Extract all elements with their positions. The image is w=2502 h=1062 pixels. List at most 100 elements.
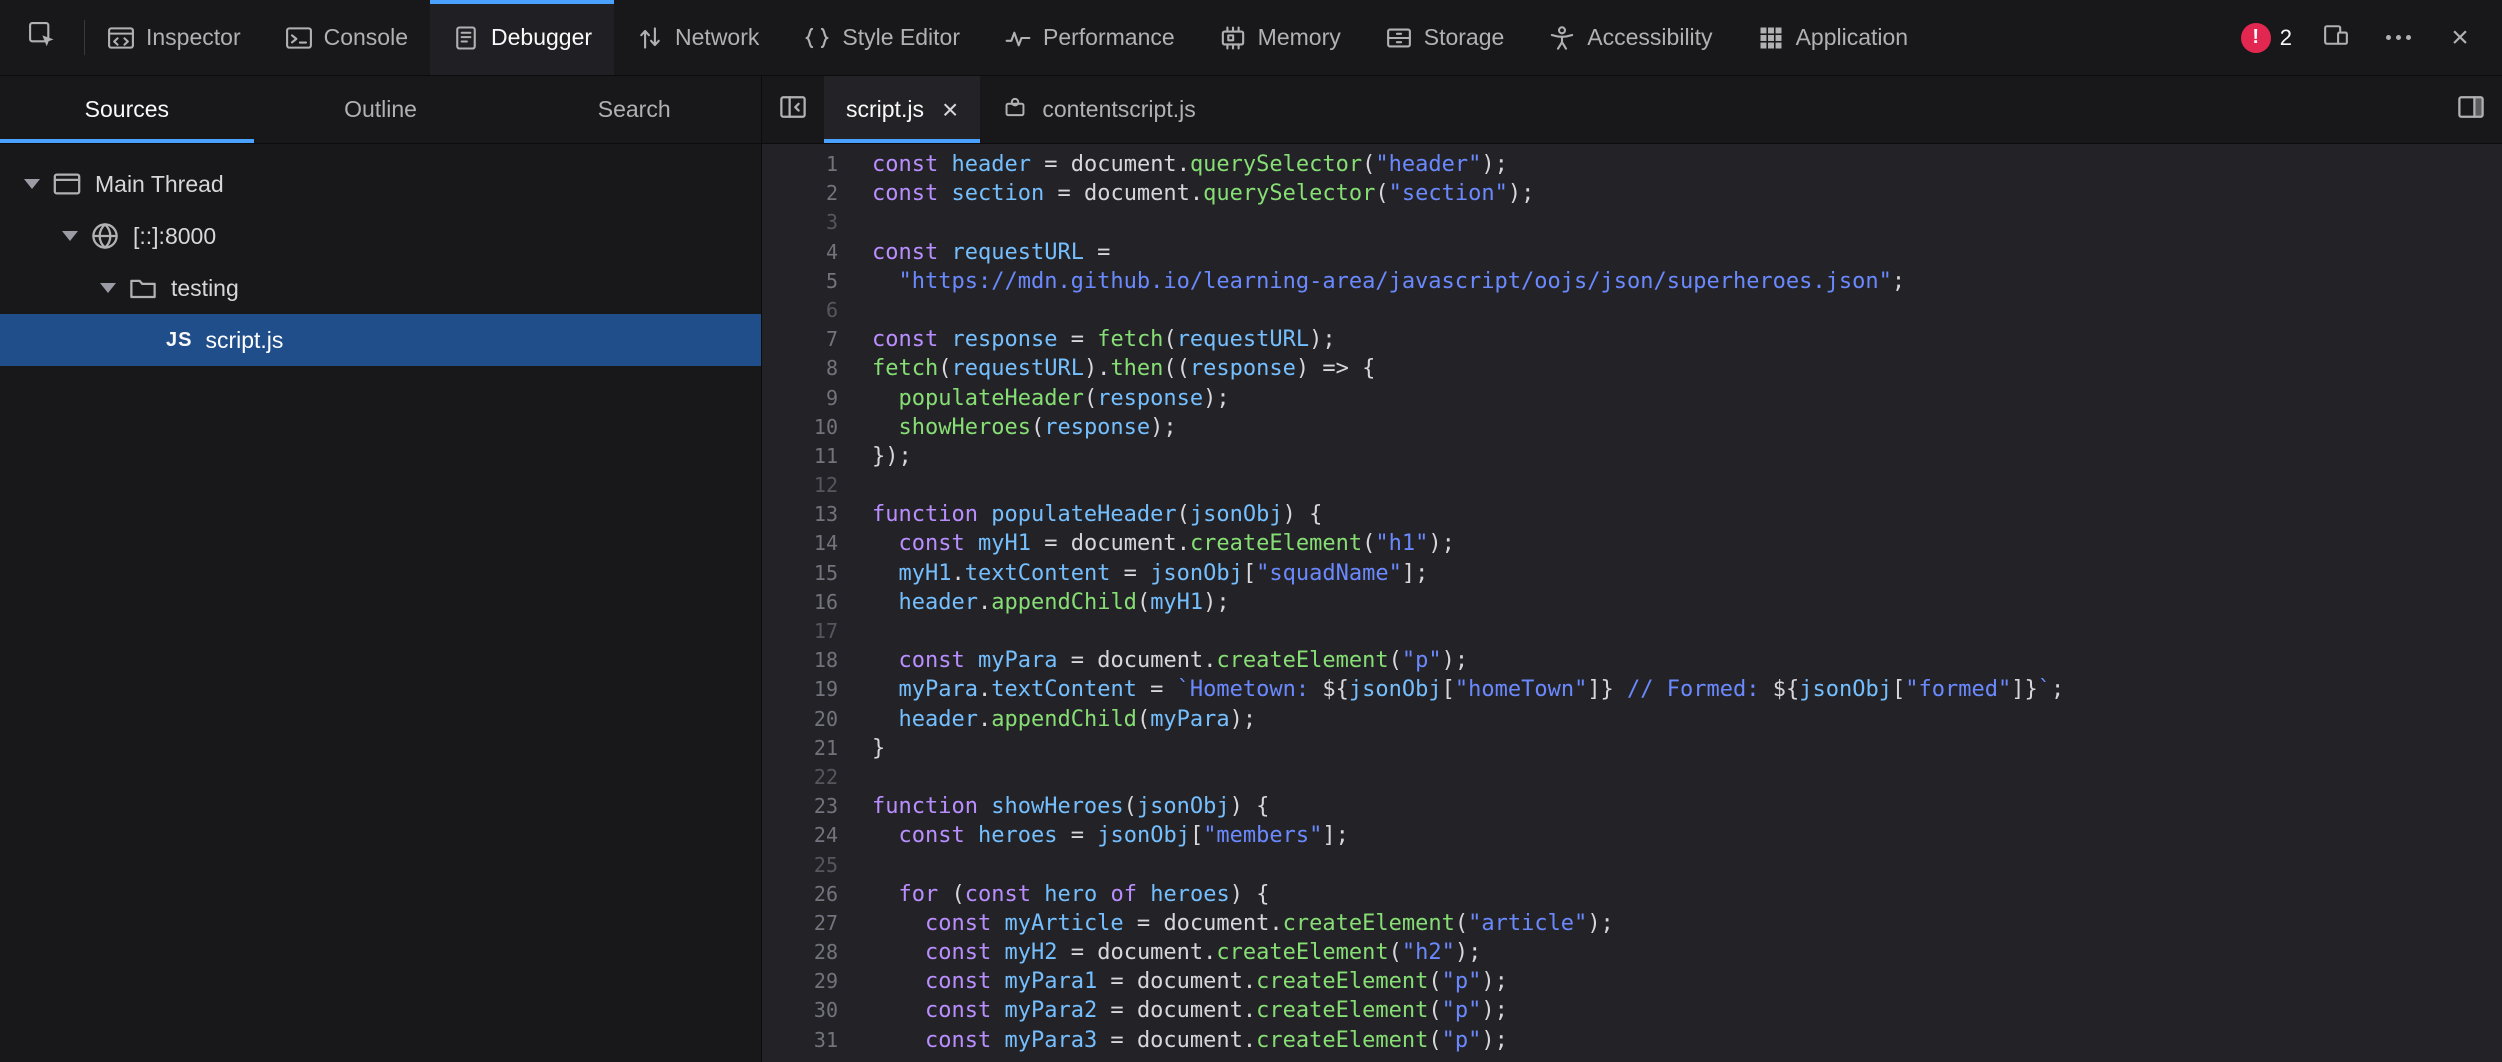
accessibility-icon (1548, 24, 1576, 52)
panel-tab-search[interactable]: Search (507, 76, 761, 143)
code-line-11[interactable]: 11}); (762, 442, 2502, 471)
code-text: populateHeader(response); (838, 384, 1230, 413)
code-text: const section = document.querySelector("… (838, 179, 1534, 208)
line-number[interactable]: 20 (762, 705, 838, 734)
line-number[interactable]: 30 (762, 996, 838, 1025)
code-text: const myPara3 = document.createElement("… (838, 1026, 1508, 1055)
collapse-sources-panel-button[interactable] (762, 76, 824, 143)
code-line-23[interactable]: 23function showHeroes(jsonObj) { (762, 792, 2502, 821)
file-tab-contentscript.js[interactable]: contentscript.js (980, 76, 1217, 143)
line-number[interactable]: 27 (762, 909, 838, 938)
code-line-18[interactable]: 18 const myPara = document.createElement… (762, 646, 2502, 675)
line-number[interactable]: 3 (762, 208, 838, 237)
expand-panes-button[interactable] (2440, 76, 2502, 143)
tree-item--8000[interactable]: [::]:8000 (0, 210, 761, 262)
close-devtools-button[interactable]: × (2442, 20, 2478, 56)
code-line-27[interactable]: 27 const myArticle = document.createElem… (762, 909, 2502, 938)
tab-storage[interactable]: Storage (1363, 0, 1527, 75)
code-line-6[interactable]: 6 (762, 296, 2502, 325)
line-number[interactable]: 5 (762, 267, 838, 296)
tree-item-testing[interactable]: testing (0, 262, 761, 314)
code-line-7[interactable]: 7const response = fetch(requestURL); (762, 325, 2502, 354)
close-tab-button[interactable]: × (942, 96, 958, 124)
code-line-31[interactable]: 31 const myPara3 = document.createElemen… (762, 1026, 2502, 1055)
panel-tab-outline[interactable]: Outline (254, 76, 508, 143)
line-number[interactable]: 26 (762, 880, 838, 909)
code-line-1[interactable]: 1const header = document.querySelector("… (762, 150, 2502, 179)
code-line-28[interactable]: 28 const myH2 = document.createElement("… (762, 938, 2502, 967)
code-line-20[interactable]: 20 header.appendChild(myPara); (762, 705, 2502, 734)
line-number[interactable]: 29 (762, 967, 838, 996)
line-number[interactable]: 17 (762, 617, 838, 646)
tab-accessibility[interactable]: Accessibility (1526, 0, 1734, 75)
line-number[interactable]: 18 (762, 646, 838, 675)
code-line-8[interactable]: 8fetch(requestURL).then((response) => { (762, 354, 2502, 383)
code-line-2[interactable]: 2const section = document.querySelector(… (762, 179, 2502, 208)
code-line-19[interactable]: 19 myPara.textContent = `Hometown: ${jso… (762, 675, 2502, 704)
code-line-17[interactable]: 17 (762, 617, 2502, 646)
expand-caret-icon[interactable] (100, 283, 116, 293)
tab-label: Memory (1258, 24, 1341, 51)
code-line-22[interactable]: 22 (762, 763, 2502, 792)
line-number[interactable]: 24 (762, 821, 838, 850)
tab-performance[interactable]: Performance (982, 0, 1197, 75)
tree-item-label: script.js (205, 327, 283, 354)
code-line-24[interactable]: 24 const heroes = jsonObj["members"]; (762, 821, 2502, 850)
line-number[interactable]: 1 (762, 150, 838, 179)
line-number[interactable]: 28 (762, 938, 838, 967)
code-line-21[interactable]: 21} (762, 734, 2502, 763)
tab-memory[interactable]: Memory (1197, 0, 1363, 75)
code-line-4[interactable]: 4const requestURL = (762, 238, 2502, 267)
line-number[interactable]: 9 (762, 384, 838, 413)
tab-inspector[interactable]: Inspector (85, 0, 263, 75)
line-number[interactable]: 12 (762, 471, 838, 500)
line-number[interactable]: 15 (762, 559, 838, 588)
code-line-5[interactable]: 5 "https://mdn.github.io/learning-area/j… (762, 267, 2502, 296)
code-line-29[interactable]: 29 const myPara1 = document.createElemen… (762, 967, 2502, 996)
line-number[interactable]: 13 (762, 500, 838, 529)
tab-application[interactable]: Application (1735, 0, 1931, 75)
code-line-3[interactable]: 3 (762, 208, 2502, 237)
line-number[interactable]: 21 (762, 734, 838, 763)
code-line-10[interactable]: 10 showHeroes(response); (762, 413, 2502, 442)
line-number[interactable]: 22 (762, 763, 838, 792)
extension-icon (1002, 94, 1028, 126)
line-number[interactable]: 2 (762, 179, 838, 208)
code-line-25[interactable]: 25 (762, 851, 2502, 880)
line-number[interactable]: 23 (762, 792, 838, 821)
line-number[interactable]: 11 (762, 442, 838, 471)
code-line-30[interactable]: 30 const myPara2 = document.createElemen… (762, 996, 2502, 1025)
line-number[interactable]: 14 (762, 529, 838, 558)
line-number[interactable]: 6 (762, 296, 838, 325)
node-picker-button[interactable] (0, 0, 84, 75)
tab-network[interactable]: Network (614, 0, 781, 75)
code-line-13[interactable]: 13function populateHeader(jsonObj) { (762, 500, 2502, 529)
line-number[interactable]: 8 (762, 354, 838, 383)
line-number[interactable]: 7 (762, 325, 838, 354)
code-line-9[interactable]: 9 populateHeader(response); (762, 384, 2502, 413)
expand-caret-icon[interactable] (62, 231, 78, 241)
tree-item-main-thread[interactable]: Main Thread (0, 158, 761, 210)
code-line-15[interactable]: 15 myH1.textContent = jsonObj["squadName… (762, 559, 2502, 588)
responsive-design-mode-button[interactable] (2318, 20, 2354, 56)
line-number[interactable]: 19 (762, 675, 838, 704)
line-number[interactable]: 4 (762, 238, 838, 267)
panel-tab-sources[interactable]: Sources (0, 76, 254, 143)
code-line-12[interactable]: 12 (762, 471, 2502, 500)
tab-debugger[interactable]: Debugger (430, 0, 614, 75)
code-line-16[interactable]: 16 header.appendChild(myH1); (762, 588, 2502, 617)
line-number[interactable]: 16 (762, 588, 838, 617)
tree-item-script.js[interactable]: JSscript.js (0, 314, 761, 366)
error-count-badge[interactable]: ! 2 (2241, 23, 2292, 53)
file-tab-script.js[interactable]: script.js× (824, 76, 980, 143)
line-number[interactable]: 10 (762, 413, 838, 442)
tab-style-editor[interactable]: Style Editor (781, 0, 982, 75)
code-line-14[interactable]: 14 const myH1 = document.createElement("… (762, 529, 2502, 558)
tab-console[interactable]: Console (263, 0, 430, 75)
code-line-26[interactable]: 26 for (const hero of heroes) { (762, 880, 2502, 909)
line-number[interactable]: 25 (762, 851, 838, 880)
meatball-menu-button[interactable] (2380, 20, 2416, 56)
line-number[interactable]: 31 (762, 1026, 838, 1055)
expand-caret-icon[interactable] (24, 179, 40, 189)
toolbar-right-buttons: ! 2 × (2241, 0, 2502, 75)
